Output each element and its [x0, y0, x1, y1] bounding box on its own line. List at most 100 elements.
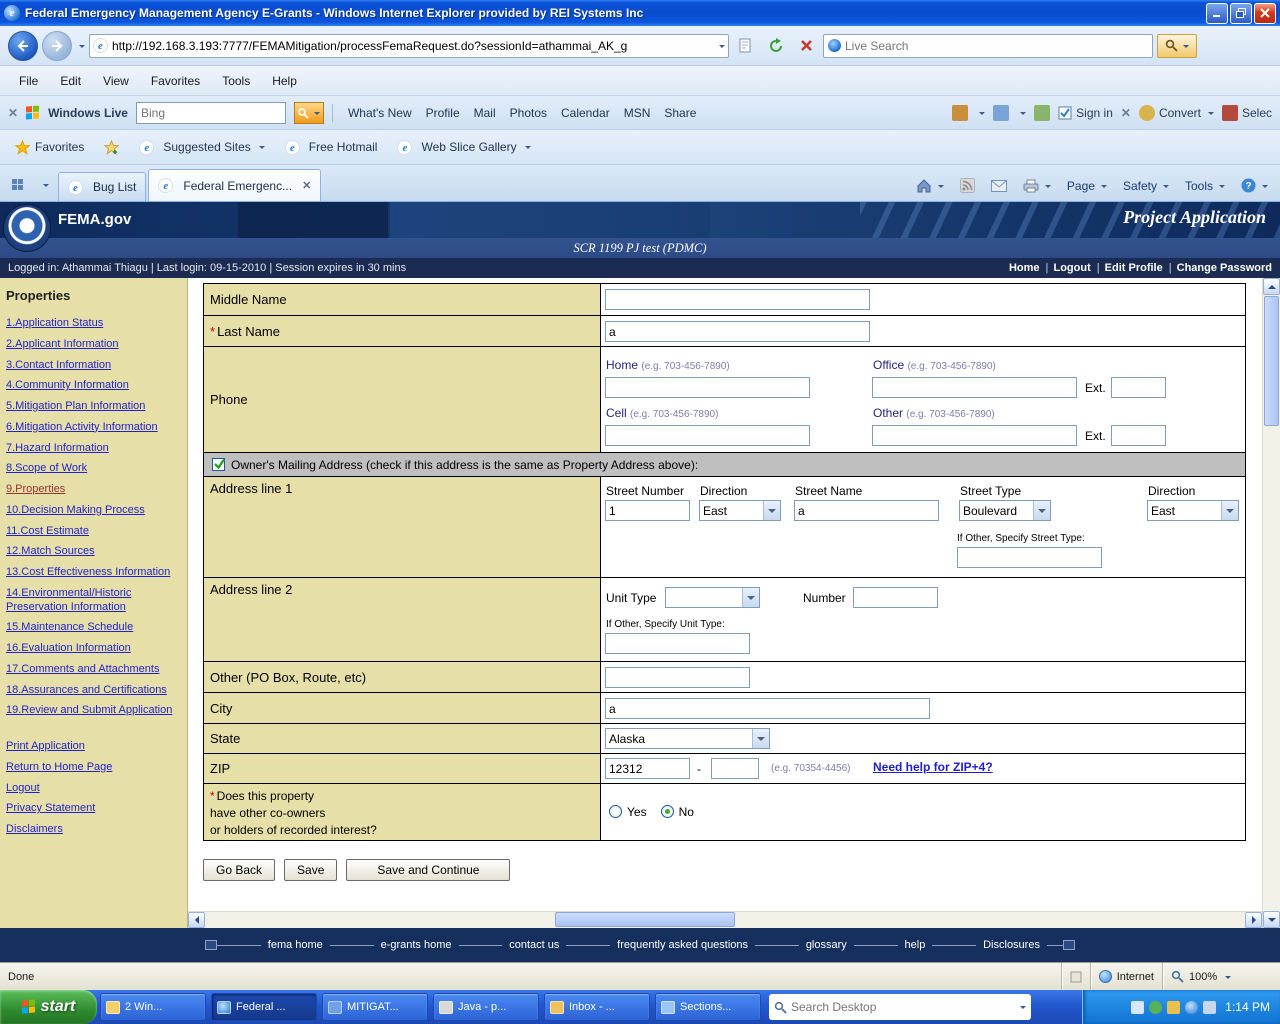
taskbar-window-button[interactable]: Federal ...	[211, 993, 317, 1021]
share-icon[interactable]	[993, 105, 1009, 121]
menu-item[interactable]: File	[8, 70, 49, 92]
address-field[interactable]: e	[89, 34, 729, 58]
unit-number-input[interactable]	[853, 587, 938, 608]
office-ext-input[interactable]	[1111, 377, 1166, 398]
sidebar-nav-link[interactable]: 18.Assurances and Certifications	[6, 684, 181, 698]
history-dropdown-icon[interactable]	[79, 45, 85, 51]
zoom-pane[interactable]: 100%	[1162, 963, 1280, 990]
live-toolbar-link[interactable]: What's New	[341, 106, 419, 120]
restore-button[interactable]	[1230, 3, 1252, 24]
direction2-select[interactable]: East	[1147, 500, 1239, 521]
coowners-no-radio[interactable]	[661, 805, 674, 818]
bing-search-button[interactable]	[294, 102, 324, 124]
taskbar-window-button[interactable]: 2 Win...	[100, 993, 206, 1021]
street-type-select[interactable]: Boulevard	[959, 500, 1051, 521]
volume-icon[interactable]	[1203, 1001, 1216, 1014]
state-select[interactable]: Alaska	[605, 728, 770, 749]
share-dropdown-icon[interactable]	[1020, 112, 1026, 118]
live-toolbar-link[interactable]: Share	[657, 106, 703, 120]
desktop-search-box[interactable]	[769, 994, 1031, 1020]
taskbar-clock[interactable]: 1:14 PM	[1225, 1000, 1270, 1014]
chevron-down-icon[interactable]	[1033, 501, 1050, 520]
fema-logo-text[interactable]: FEMA.gov	[58, 202, 131, 238]
footer-link[interactable]: glossary	[806, 939, 847, 951]
edit-dropdown-icon[interactable]	[979, 112, 985, 118]
save-button[interactable]: Save	[284, 859, 337, 881]
office-phone-input[interactable]	[872, 377, 1077, 398]
sidebar-nav-link[interactable]: 9.Properties	[6, 483, 181, 497]
sidebar-utility-link[interactable]: Logout	[6, 782, 181, 796]
sidebar-utility-link[interactable]: Print Application	[6, 740, 181, 754]
live-toolbar-link[interactable]: Mail	[467, 106, 503, 120]
sidebar-nav-link[interactable]: 10.Decision Making Process	[6, 504, 181, 518]
forward-button[interactable]	[42, 31, 72, 61]
refresh-button[interactable]	[763, 34, 789, 58]
page-menu-button[interactable]: Page	[1061, 176, 1113, 196]
taskbar-window-button[interactable]: MITIGAT...	[322, 993, 428, 1021]
sidebar-utility-link[interactable]: Disclaimers	[6, 823, 181, 837]
footer-link[interactable]: contact us	[509, 939, 559, 951]
sidebar-nav-link[interactable]: 13.Cost Effectiveness Information	[6, 566, 181, 580]
tab-list-dropdown-icon[interactable]	[32, 172, 56, 198]
search-provider-dropdown-icon[interactable]	[1183, 45, 1189, 51]
sidebar-nav-link[interactable]: 7.Hazard Information	[6, 442, 181, 456]
tab-bug-list[interactable]: eBug List	[58, 172, 146, 201]
quick-tabs-icon[interactable]	[6, 172, 30, 198]
vertical-scrollbar[interactable]	[1262, 278, 1280, 928]
convert-button[interactable]: Convert	[1139, 105, 1214, 121]
live-search-box[interactable]	[823, 34, 1153, 58]
tab-federal-emergency[interactable]: eFederal Emergenc...✕	[148, 169, 321, 201]
zip-input[interactable]	[605, 758, 690, 779]
toolbar-close-icon[interactable]: ✕	[8, 106, 18, 120]
security-zone-pane[interactable]: Internet	[1090, 963, 1162, 990]
sidebar-nav-link[interactable]: 11.Cost Estimate	[6, 525, 181, 539]
sidebar-nav-link[interactable]: 17.Comments and Attachments	[6, 663, 181, 677]
stop-button[interactable]	[793, 34, 819, 58]
if-other-unit-type-input[interactable]	[605, 633, 750, 654]
sidebar-nav-link[interactable]: 6.Mitigation Activity Information	[6, 421, 181, 435]
compatibility-view-icon[interactable]	[733, 34, 759, 58]
taskbar-window-button[interactable]: Java - p...	[433, 993, 539, 1021]
url-input[interactable]	[112, 39, 716, 53]
close-button[interactable]	[1254, 3, 1276, 24]
other-ext-input[interactable]	[1111, 425, 1166, 446]
taskbar-window-button[interactable]: Inbox - ...	[544, 993, 650, 1021]
middle-name-input[interactable]	[605, 289, 870, 310]
sign-in-button[interactable]: Sign in	[1058, 106, 1113, 120]
zoom-dropdown-icon[interactable]	[1225, 976, 1231, 982]
back-button[interactable]	[8, 31, 38, 61]
add-favorite-button[interactable]	[97, 136, 126, 159]
search-go-button[interactable]	[1157, 34, 1197, 58]
menu-item[interactable]: Edit	[49, 70, 92, 92]
menu-item[interactable]: Tools	[211, 70, 261, 92]
menu-item[interactable]: Help	[261, 70, 308, 92]
street-number-input[interactable]	[605, 500, 690, 521]
live-toolbar-link[interactable]: Profile	[419, 106, 467, 120]
footer-link[interactable]: help	[905, 939, 926, 951]
sidebar-nav-link[interactable]: 14.Environmental/Historic Preservation I…	[6, 587, 181, 615]
live-toolbar-link[interactable]: Calendar	[554, 106, 617, 120]
live-search-input[interactable]	[845, 39, 1148, 53]
top-nav-link[interactable]: Home	[1009, 262, 1040, 274]
cell-phone-input[interactable]	[605, 425, 810, 446]
scroll-up-icon[interactable]	[1263, 278, 1280, 295]
zip-plus4-input[interactable]	[711, 758, 759, 779]
sidebar-nav-link[interactable]: 5.Mitigation Plan Information	[6, 400, 181, 414]
chevron-down-icon[interactable]	[752, 729, 769, 748]
desktop-search-dropdown-icon[interactable]	[1020, 1006, 1026, 1012]
bing-dropdown-icon[interactable]	[314, 112, 320, 118]
select-button[interactable]: Selec	[1222, 105, 1272, 121]
unit-type-select[interactable]	[665, 587, 760, 608]
scroll-right-icon[interactable]	[1245, 912, 1262, 928]
save-and-continue-button[interactable]: Save and Continue	[346, 859, 510, 881]
live-toolbar-link[interactable]: Photos	[503, 106, 554, 120]
sidebar-nav-link[interactable]: 12.Match Sources	[6, 545, 181, 559]
update-icon[interactable]	[1167, 1001, 1180, 1014]
sidebar-utility-link[interactable]: Return to Home Page	[6, 761, 181, 775]
minimize-button[interactable]	[1206, 3, 1228, 24]
if-other-street-type-input[interactable]	[957, 547, 1102, 568]
safety-menu-button[interactable]: Safety	[1117, 176, 1175, 196]
go-back-button[interactable]: Go Back	[203, 859, 275, 881]
zip-help-link[interactable]: Need help for ZIP+4?	[873, 760, 993, 774]
help-icon[interactable]: ?	[1235, 175, 1274, 196]
